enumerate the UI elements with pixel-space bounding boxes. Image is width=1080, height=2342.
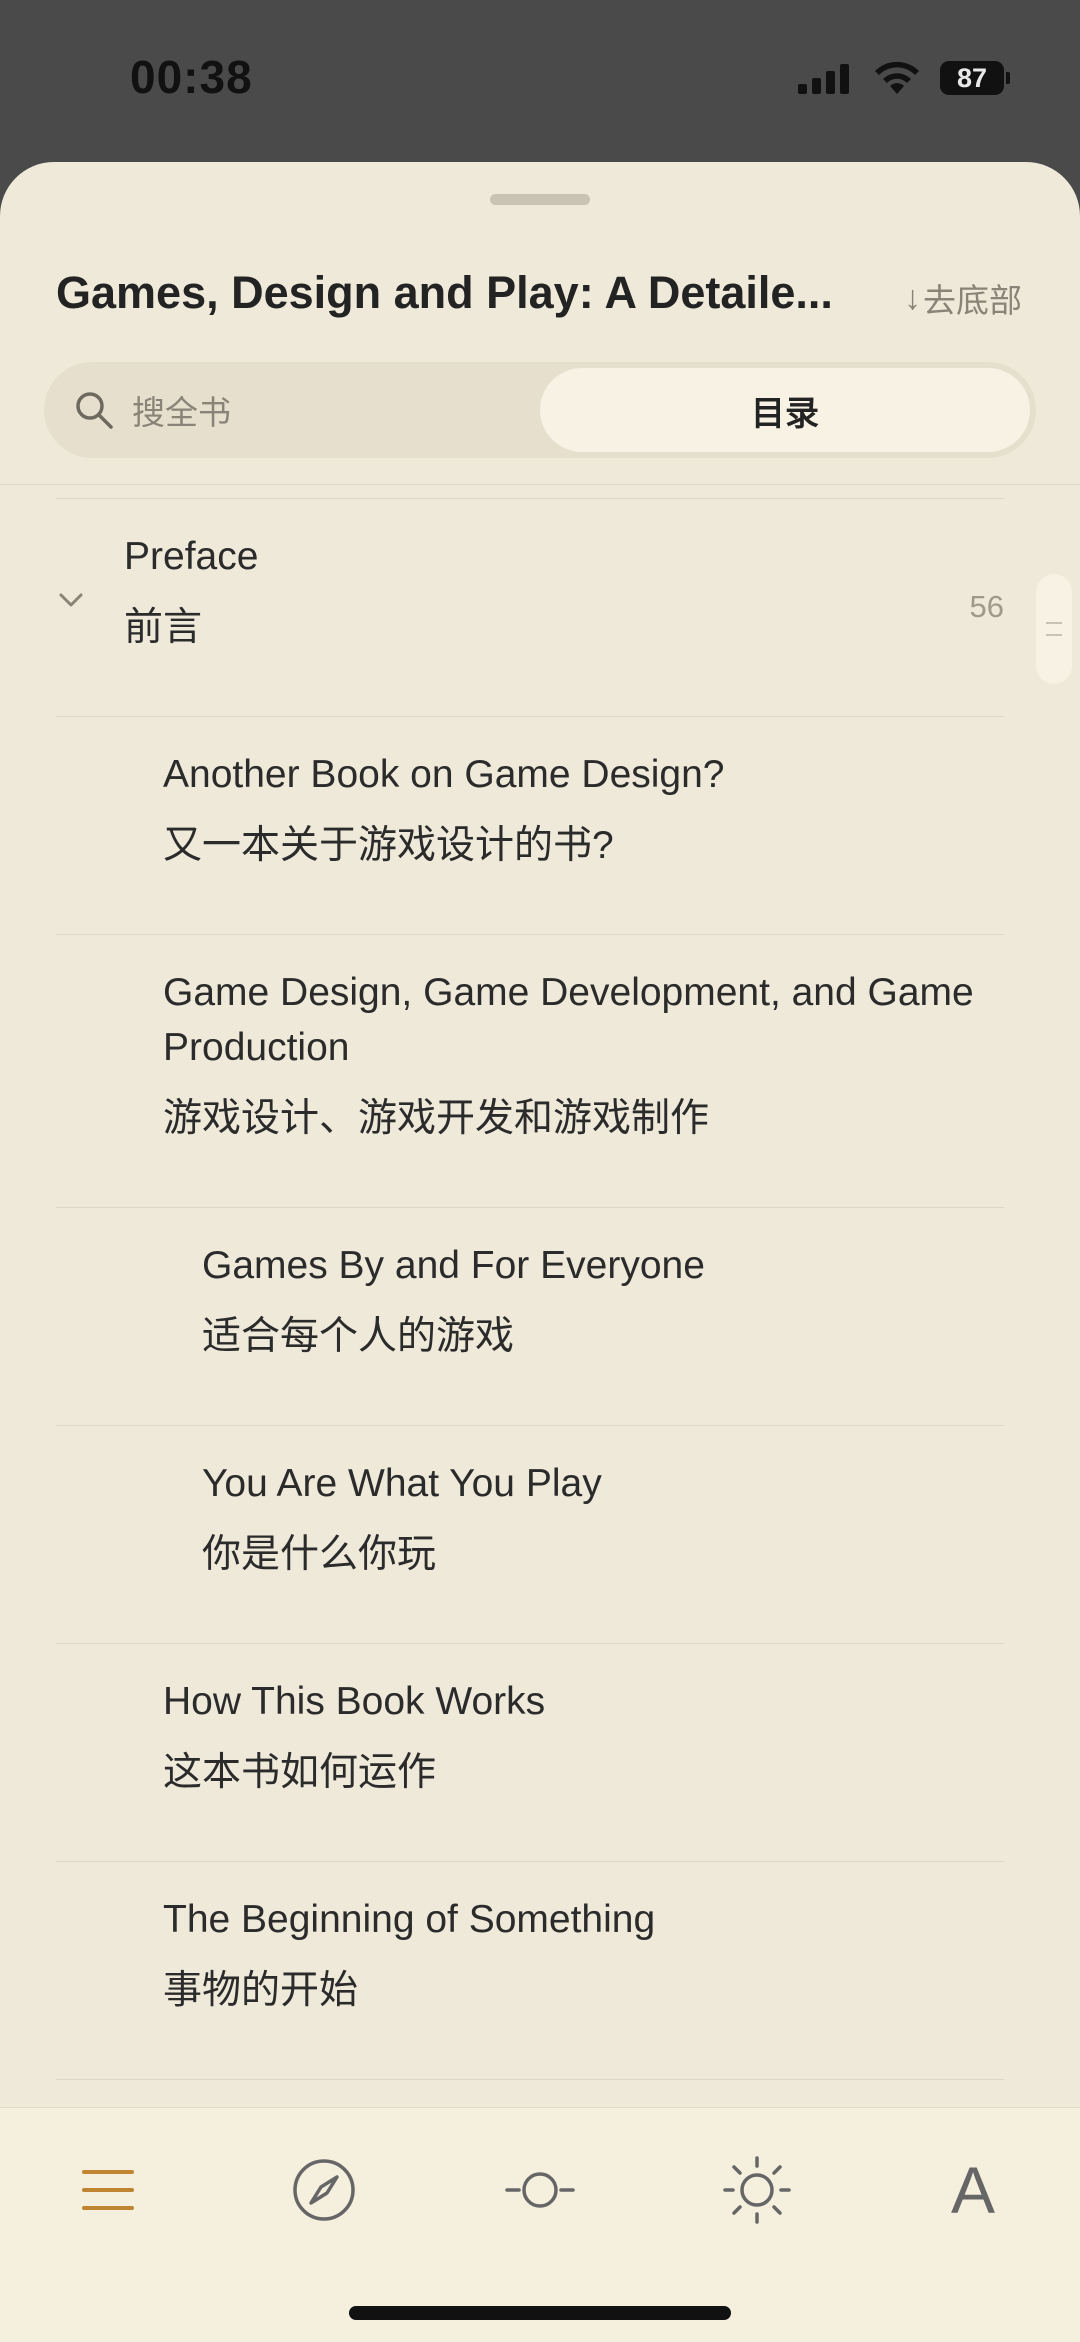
toc-item-title-en: Games By and For Everyone: [202, 1244, 705, 1287]
toc-item-page: 56: [969, 589, 1004, 624]
toc-item-games-for-everyone[interactable]: Games By and For Everyone 适合每个人的游戏: [56, 1208, 1004, 1426]
scroll-handle[interactable]: [1036, 574, 1072, 684]
toc-item-preface[interactable]: Preface 前言 56: [56, 499, 1004, 717]
font-settings-button[interactable]: A: [933, 2150, 1013, 2230]
toc-item-title-zh: 前言: [124, 606, 203, 649]
battery-icon: 87: [940, 61, 1010, 95]
toc-scroll-area[interactable]: Preface 前言 56 Another Book on Game Desig…: [0, 162, 1080, 2107]
progress-slider-icon: [505, 2172, 575, 2208]
toc-item-title-en: Game Design, Game Development, and Game …: [163, 971, 974, 1069]
toc-item-beginning-of-something[interactable]: The Beginning of Something 事物的开始: [56, 1862, 1004, 2080]
toc-item-you-are-what-you-play[interactable]: You Are What You Play 你是什么你玩: [56, 1426, 1004, 1644]
wifi-icon: [875, 61, 919, 94]
status-icons: 87: [798, 58, 1010, 98]
toc-item-how-this-book-works[interactable]: How This Book Works 这本书如何运作: [56, 1644, 1004, 1862]
toc-item-title-zh: 这本书如何运作: [163, 1751, 437, 1794]
toc-item-game-design-development[interactable]: Game Design, Game Development, and Game …: [56, 935, 1004, 1208]
signal-icon: [798, 64, 849, 94]
navigate-button[interactable]: [284, 2150, 364, 2230]
status-time: 00:38: [130, 51, 253, 103]
menu-icon: [82, 2170, 134, 2210]
toc-item-title-zh: 游戏设计、游戏开发和游戏制作: [163, 1097, 710, 1140]
toc-menu-button[interactable]: [68, 2150, 148, 2230]
toc-item-another-book[interactable]: Another Book on Game Design? 又一本关于游戏设计的书…: [56, 717, 1004, 935]
progress-button[interactable]: [500, 2150, 580, 2230]
toc-item-title-en: Another Book on Game Design?: [163, 753, 725, 796]
toc-item-title-zh: 适合每个人的游戏: [202, 1315, 515, 1358]
toc-item-title-zh: 你是什么你玩: [202, 1533, 437, 1576]
compass-icon: [293, 2159, 355, 2221]
status-bar: 00:38 87: [0, 0, 1080, 162]
brightness-button[interactable]: [717, 2150, 797, 2230]
chevron-down-icon[interactable]: [56, 585, 86, 615]
toc-item-title-zh: 又一本关于游戏设计的书?: [163, 824, 614, 867]
toc-item-title-en: The Beginning of Something: [163, 1898, 656, 1941]
home-indicator[interactable]: [349, 2306, 731, 2320]
toc-item-title-en: How This Book Works: [163, 1680, 546, 1723]
toc-item-title-en: You Are What You Play: [202, 1462, 602, 1505]
sun-icon: [723, 2156, 791, 2224]
battery-level: 87: [940, 61, 1004, 95]
toc-item-title-zh: 事物的开始: [163, 1969, 359, 2012]
toc-item-title-en: Preface: [124, 535, 259, 578]
